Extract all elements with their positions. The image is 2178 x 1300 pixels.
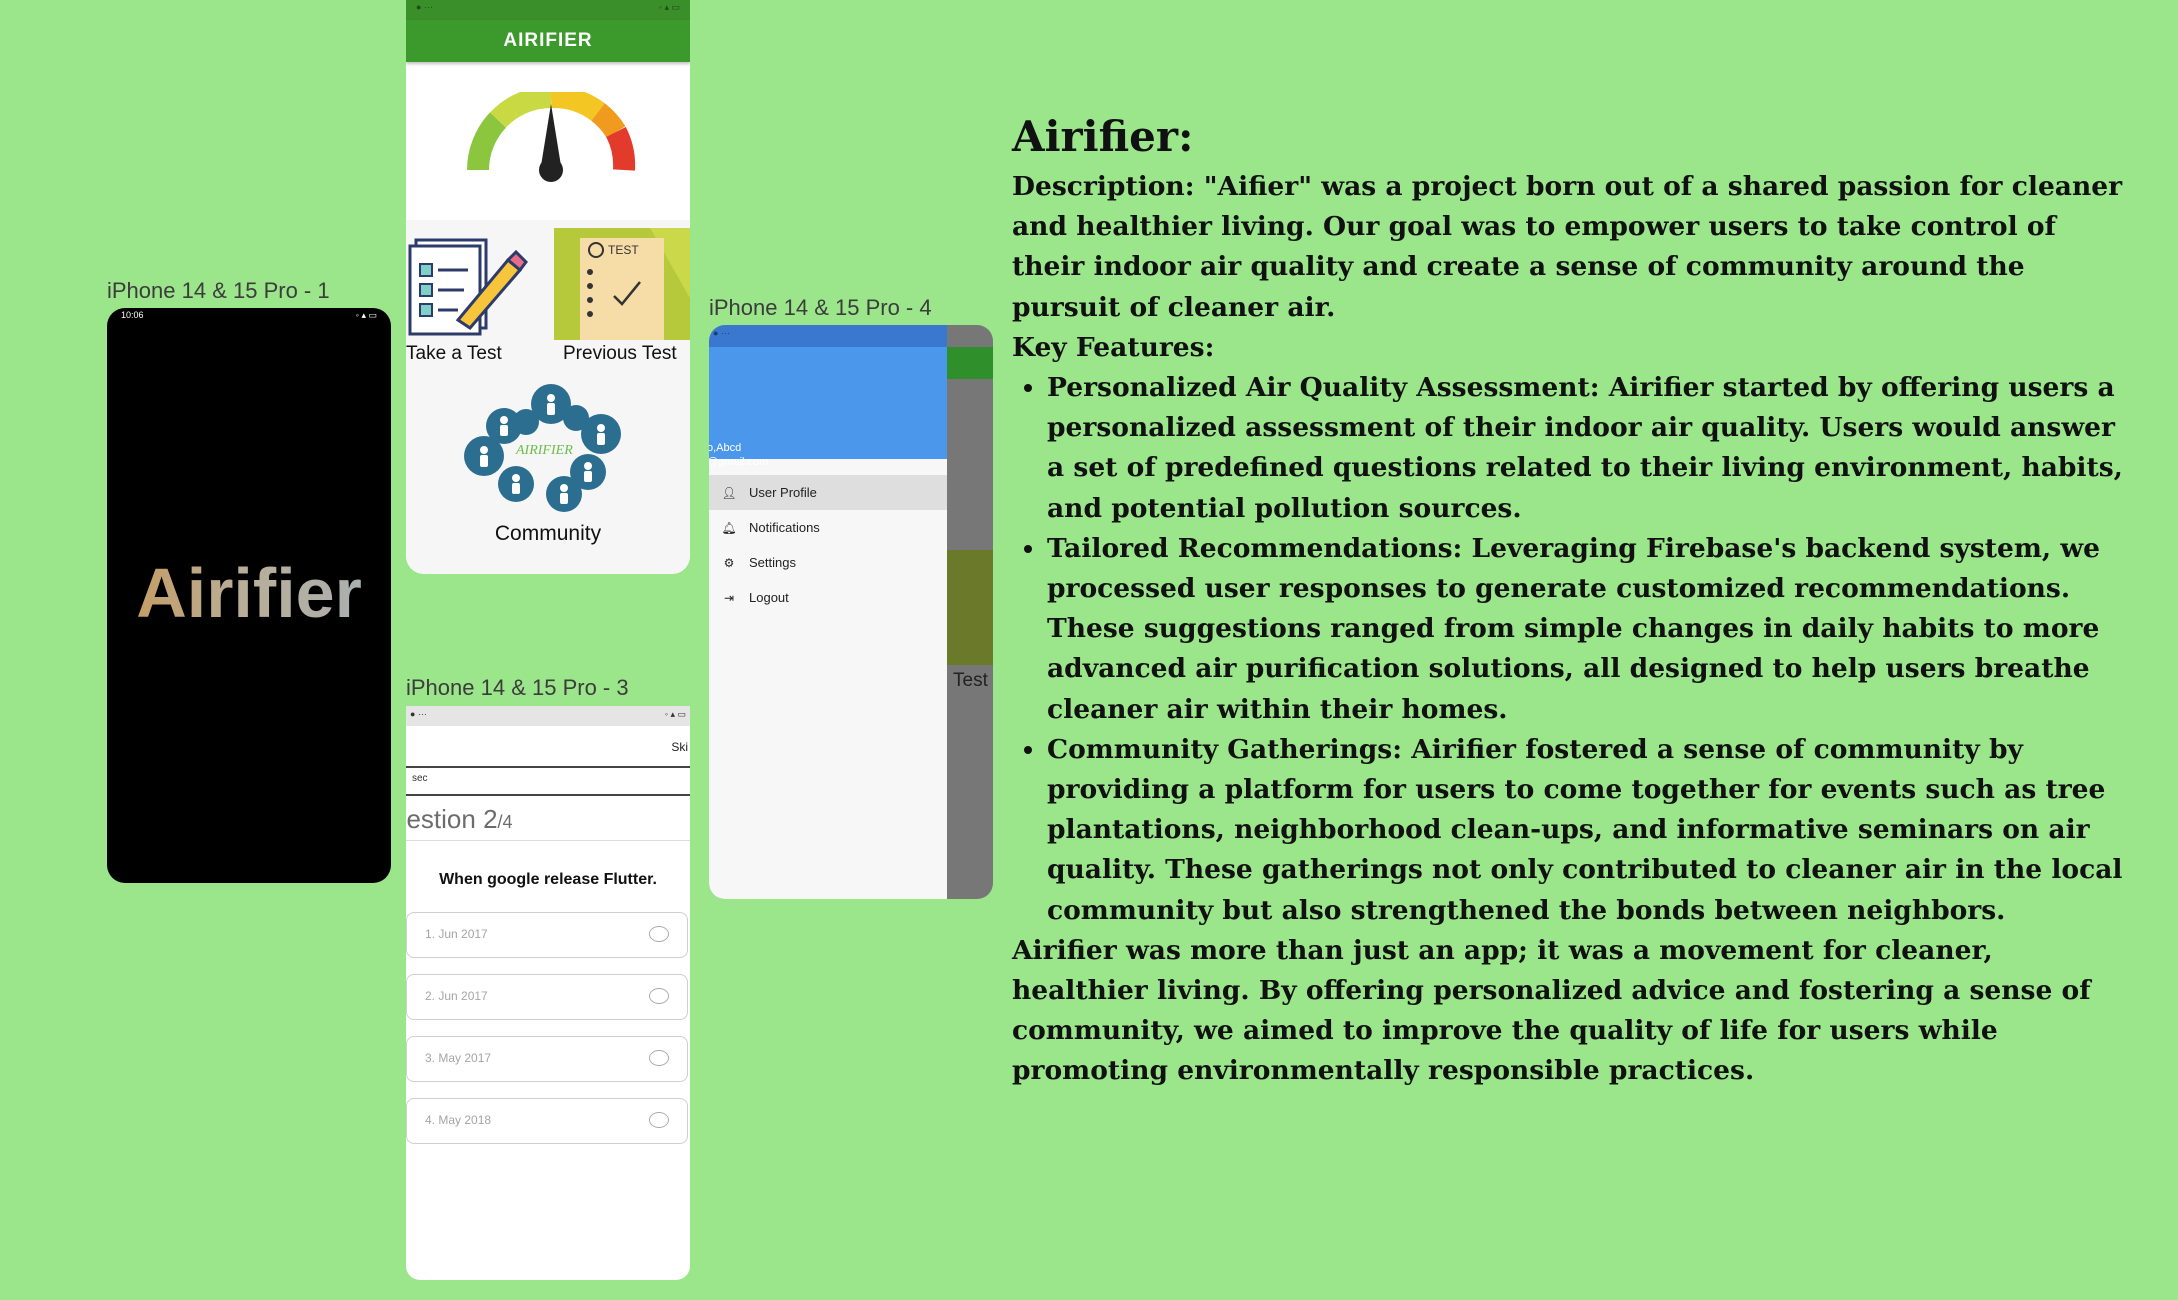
answer-option[interactable]: 4. May 2018	[406, 1098, 688, 1144]
feature-item: Tailored Recommendations: Leveraging Fir…	[1047, 529, 2137, 730]
description-intro: Description: "Aifier" was a project born…	[1012, 171, 2123, 323]
battery-icon: ◦ ▴ ▭	[658, 2, 680, 12]
status-bar: ● ···	[709, 325, 947, 347]
previous-test-tile[interactable]: TEST Previous Test	[554, 228, 690, 368]
radio-icon[interactable]	[649, 926, 669, 942]
key-features-heading: Key Features:	[1012, 331, 1215, 363]
answer-option[interactable]: 1. Jun 2017	[406, 912, 688, 958]
status-time: 10:06	[121, 310, 144, 320]
test-sheet-icon: TEST	[554, 228, 690, 340]
description-title: Airifier:	[1012, 112, 1194, 161]
project-description: Airifier: Description: "Aifier" was a pr…	[1012, 112, 2137, 1092]
battery-icon: ◦ ▴ ▭	[664, 709, 686, 719]
answer-option-label: 1. Jun 2017	[425, 927, 488, 941]
user-email: @gmail.com	[709, 456, 769, 468]
description-conclusion: Airifier was more than just an app; it w…	[1012, 934, 2091, 1087]
radio-icon[interactable]	[649, 1112, 669, 1128]
bell-icon: 🔔︎	[721, 520, 737, 535]
drawer-item-label: Notifications	[749, 520, 820, 535]
status-bar: 10:06 ◦ ▴ ▭	[107, 308, 391, 324]
splash-title: Airifier	[107, 553, 391, 633]
skip-button[interactable]: Ski	[671, 740, 688, 754]
feature-item: Community Gatherings: Airifier fostered …	[1047, 730, 2137, 931]
status-bar: ● ··· ◦ ▴ ▭	[406, 0, 690, 20]
test-badge-text: TEST	[608, 243, 639, 257]
frame-label-phone-1: iPhone 14 & 15 Pro - 1	[107, 278, 330, 303]
navigation-drawer: ● ··· o,Abcd @gmail.com 👤︎ User Profile …	[709, 325, 947, 899]
answer-option[interactable]: 3. May 2017	[406, 1036, 688, 1082]
community-tile[interactable]: AIRIFIER Community	[406, 382, 690, 557]
status-bar: ● ··· ◦ ▴ ▭	[406, 706, 690, 726]
question-text: When google release Flutter.	[439, 871, 657, 888]
drawer-item-label: Settings	[749, 555, 796, 570]
air-quality-gauge-icon	[467, 92, 636, 182]
logout-icon: ⇥	[723, 590, 735, 605]
previous-test-label: Previous Test	[563, 343, 677, 364]
drawer-item-label: User Profile	[749, 485, 817, 500]
frame-label-phone-4: iPhone 14 & 15 Pro - 4	[709, 295, 932, 320]
feature-list: Personalized Air Quality Assessment: Air…	[1012, 368, 2137, 931]
phone-splash-screen: 10:06 ◦ ▴ ▭ Airifier	[107, 308, 391, 883]
checklist-pencil-icon	[408, 238, 528, 336]
question-number: uestion 2	[406, 804, 498, 834]
background-tile-label: Test	[953, 670, 988, 691]
answer-option[interactable]: 2. Jun 2017	[406, 974, 688, 1020]
drawer-item-notifications[interactable]: 🔔︎ Notifications	[709, 510, 947, 545]
phone-home-screen: ● ··· ◦ ▴ ▭ AIRIFIER Take a Test TEST Pr…	[406, 0, 690, 574]
drawer-item-label: Logout	[749, 590, 789, 605]
timer-bar: sec	[406, 766, 690, 796]
status-dots-icon: ● ···	[410, 709, 427, 719]
question-total: /4	[497, 812, 513, 832]
status-dots-icon: ● ···	[713, 328, 730, 338]
community-logo-text: AIRIFIER	[515, 443, 573, 458]
community-label: Community	[494, 522, 602, 545]
community-people-icon: AIRIFIER	[464, 384, 621, 512]
drawer-item-user-profile[interactable]: 👤︎ User Profile	[709, 475, 947, 510]
take-test-label: Take a Test	[406, 343, 502, 364]
person-icon: 👤︎	[721, 485, 737, 500]
app-title: AIRIFIER	[406, 20, 690, 62]
question-counter: uestion 2/4	[406, 804, 513, 835]
status-dots-icon: ● ···	[416, 2, 433, 12]
drawer-item-settings[interactable]: ⚙ Settings	[709, 545, 947, 580]
drawer-header: o,Abcd @gmail.com	[709, 347, 947, 468]
drawer-item-logout[interactable]: ⇥ Logout	[709, 580, 947, 615]
take-test-tile[interactable]: Take a Test	[406, 228, 546, 368]
radio-icon[interactable]	[649, 988, 669, 1004]
radio-icon[interactable]	[649, 1050, 669, 1066]
feature-item: Personalized Air Quality Assessment: Air…	[1047, 368, 2137, 529]
gear-icon: ⚙	[723, 555, 735, 570]
battery-icon: ◦ ▴ ▭	[355, 310, 377, 320]
phone-drawer-screen: Test ● ··· o,Abcd @gmail.com 👤︎ User Pro…	[709, 325, 993, 899]
answer-option-label: 3. May 2017	[425, 1051, 492, 1065]
phone-quiz-screen: ● ··· ◦ ▴ ▭ Ski sec uestion 2/4 When goo…	[406, 706, 690, 1280]
answer-option-label: 4. May 2018	[425, 1113, 492, 1127]
answer-option-label: 2. Jun 2017	[425, 989, 488, 1003]
user-name: o,Abcd	[709, 442, 742, 454]
frame-label-phone-3: iPhone 14 & 15 Pro - 3	[406, 675, 629, 700]
